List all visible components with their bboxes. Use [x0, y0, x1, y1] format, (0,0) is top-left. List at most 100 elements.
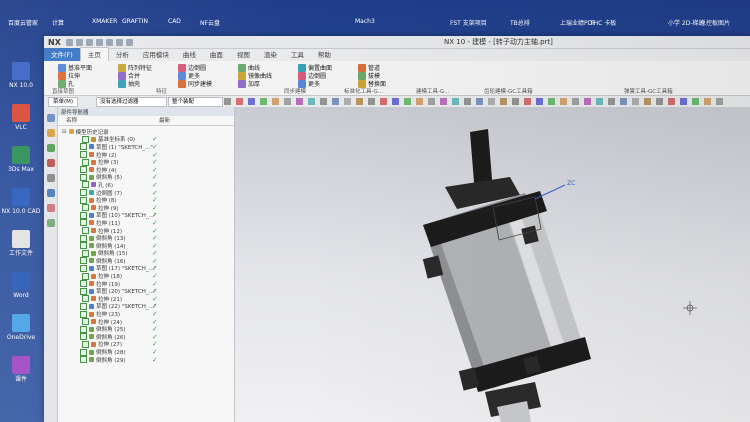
desktop-icon-label[interactable]: Mach3: [355, 18, 375, 25]
tab-0[interactable]: 文件(F): [44, 48, 80, 61]
cut-icon[interactable]: [95, 38, 103, 46]
desktop-shortcut[interactable]: Word: [0, 272, 42, 299]
visibility-checkbox[interactable]: [80, 211, 87, 219]
shaded-icon[interactable]: [332, 98, 339, 105]
point-icon[interactable]: [524, 98, 531, 105]
center-icon[interactable]: [416, 98, 423, 105]
desktop-icon-label[interactable]: 计算: [52, 18, 64, 27]
quadrant-icon[interactable]: [716, 98, 723, 105]
desktop-icon-label[interactable]: CAD: [168, 18, 181, 25]
arc-icon[interactable]: [404, 98, 411, 105]
tab-4[interactable]: 曲线: [176, 48, 203, 61]
desktop-icon-label[interactable]: GRAFTIN: [122, 18, 148, 25]
wireframe-icon[interactable]: [488, 98, 495, 105]
tree-feature-row[interactable]: 倒斜角 (29) ✓: [62, 356, 234, 364]
visibility-checkbox[interactable]: [82, 135, 89, 143]
line-icon[interactable]: [536, 98, 543, 105]
snap-icon[interactable]: [512, 98, 519, 105]
visibility-checkbox[interactable]: [80, 310, 87, 318]
shaded-icon[interactable]: [620, 98, 627, 105]
visibility-checkbox[interactable]: [82, 272, 89, 280]
column-status[interactable]: 最新: [151, 116, 170, 125]
visibility-checkbox[interactable]: [80, 173, 87, 181]
desktop-icon-label[interactable]: 总控板图片: [700, 18, 730, 27]
desktop-shortcut[interactable]: 课件: [0, 356, 42, 383]
tree-feature-row[interactable]: 倒斜角 (28) ✓: [62, 348, 234, 356]
tab-1[interactable]: 主页: [79, 47, 109, 61]
tree-feature-row[interactable]: 拉伸 (23) ✓: [62, 310, 234, 318]
line-icon[interactable]: [248, 98, 255, 105]
visibility-checkbox[interactable]: [80, 196, 87, 204]
desktop-shortcut[interactable]: OneDrive: [0, 314, 42, 341]
desktop-icon-label[interactable]: NF云盘: [200, 18, 220, 27]
visibility-checkbox[interactable]: [82, 181, 89, 189]
paste-icon[interactable]: [115, 38, 123, 46]
arc-icon[interactable]: [548, 98, 555, 105]
visibility-checkbox[interactable]: [80, 264, 87, 272]
desktop-shortcut[interactable]: 3Ds Max: [0, 146, 42, 173]
visibility-checkbox[interactable]: [80, 166, 87, 174]
tree-feature-row[interactable]: 草图 (20) "SKETCH_..." ✓: [62, 287, 234, 295]
point-icon[interactable]: [668, 98, 675, 105]
tab-2[interactable]: 分析: [109, 48, 136, 61]
tree-feature-row[interactable]: 拉伸 (24) ✓: [62, 318, 234, 326]
visibility-checkbox[interactable]: [82, 318, 89, 326]
view-orient-icon[interactable]: [452, 98, 459, 105]
desktop-shortcut[interactable]: NX 10.0 CAD: [0, 188, 42, 215]
desktop-shortcut[interactable]: NX 10.0: [0, 62, 42, 89]
intersection-icon[interactable]: [440, 98, 447, 105]
visibility-checkbox[interactable]: [80, 356, 87, 364]
visibility-checkbox[interactable]: [82, 158, 89, 166]
save-icon[interactable]: [65, 38, 73, 46]
line-icon[interactable]: [392, 98, 399, 105]
arc-icon[interactable]: [260, 98, 267, 105]
visibility-checkbox[interactable]: [80, 280, 87, 288]
ribbon-command[interactable]: 抽壳: [118, 79, 140, 88]
layer-icon[interactable]: [500, 98, 507, 105]
tree-feature-row[interactable]: 拉伸 (18) ✓: [62, 272, 234, 280]
visibility-checkbox[interactable]: [82, 295, 89, 303]
desktop-shortcut[interactable]: 工作文件: [0, 230, 42, 257]
tab-3[interactable]: 应用模块: [136, 48, 176, 61]
undo-icon[interactable]: [75, 38, 83, 46]
tree-feature-row[interactable]: 倒斜角 (26) ✓: [62, 333, 234, 341]
tab-5[interactable]: 曲面: [203, 48, 230, 61]
visibility-checkbox[interactable]: [80, 189, 87, 197]
layer-icon[interactable]: [356, 98, 363, 105]
assembly-scope-dropdown[interactable]: 整个装配: [168, 97, 223, 107]
spindle-motor-model[interactable]: ZC: [235, 107, 750, 422]
tree-feature-row[interactable]: 草图 (22) "SKETCH_..." ✓: [62, 302, 234, 310]
intersection-icon[interactable]: [584, 98, 591, 105]
visibility-checkbox[interactable]: [80, 348, 87, 356]
visibility-checkbox[interactable]: [80, 219, 87, 227]
tree-feature-row[interactable]: 拉伸 (2) ✓: [62, 151, 234, 159]
center-icon[interactable]: [272, 98, 279, 105]
shaded-icon[interactable]: [476, 98, 483, 105]
column-name[interactable]: 名称: [58, 116, 151, 125]
wireframe-icon[interactable]: [632, 98, 639, 105]
tree-feature-row[interactable]: 拉伸 (11) ✓: [62, 219, 234, 227]
visibility-checkbox[interactable]: [80, 242, 87, 250]
ribbon-command[interactable]: 加厚: [238, 79, 260, 88]
redo-icon[interactable]: [85, 38, 93, 46]
quadrant-icon[interactable]: [284, 98, 291, 105]
tab-7[interactable]: 渲染: [257, 48, 284, 61]
tree-feature-row[interactable]: 倒斜角 (25) ✓: [62, 325, 234, 333]
visibility-checkbox[interactable]: [82, 204, 89, 212]
part-navigator-icon[interactable]: [46, 144, 55, 152]
tree-feature-row[interactable]: 草图 (1) "SKETCH_..." ✓: [62, 143, 234, 151]
desktop-icon-label[interactable]: FST 支架项目: [450, 18, 487, 27]
tree-feature-row[interactable]: 草图 (17) "SKETCH_..." ✓: [62, 264, 234, 272]
visibility-checkbox[interactable]: [82, 249, 89, 257]
tree-feature-row[interactable]: 孔 (6) ✓: [62, 181, 234, 189]
fit-icon[interactable]: [320, 98, 327, 105]
wireframe-icon[interactable]: [344, 98, 351, 105]
web-browser-icon[interactable]: [46, 189, 55, 197]
layer-icon[interactable]: [644, 98, 651, 105]
visibility-checkbox[interactable]: [80, 143, 87, 151]
tree-feature-row[interactable]: 倒斜角 (13) ✓: [62, 234, 234, 242]
arc-icon[interactable]: [692, 98, 699, 105]
selection-filter-dropdown[interactable]: 没有选择过滤器: [96, 97, 167, 107]
constraint-navigator-icon[interactable]: [46, 129, 55, 137]
tree-feature-row[interactable]: 倒斜角 (14) ✓: [62, 242, 234, 250]
